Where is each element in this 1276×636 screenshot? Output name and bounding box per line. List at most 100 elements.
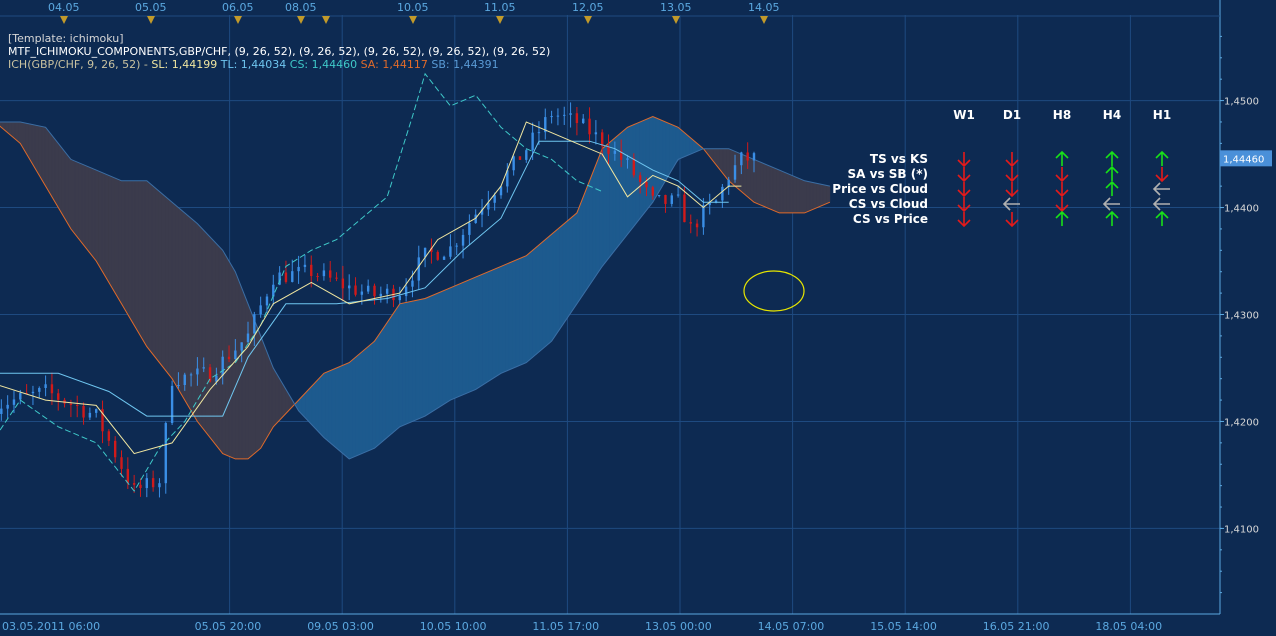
cloud-segment — [144, 180, 149, 350]
cloud-segment — [271, 365, 276, 430]
cloud-segment — [672, 124, 677, 170]
cloud-segment — [44, 126, 49, 193]
candle-body — [0, 408, 3, 414]
cloud-segment — [301, 391, 306, 419]
cloud-segment — [268, 356, 273, 436]
candle-body — [107, 431, 111, 441]
cloud-segment — [54, 138, 59, 209]
cloud-segment — [549, 232, 554, 344]
cloud-segment — [48, 130, 53, 198]
cloud-segment — [331, 367, 336, 449]
cloud-segment — [275, 370, 280, 426]
cloud-segment — [348, 359, 353, 460]
ich-cs-value: CS: 1,44460 — [289, 58, 358, 71]
cloud-segment — [529, 249, 533, 361]
cloud-segment — [315, 377, 320, 434]
cloud-segment — [806, 180, 811, 213]
cloud-segment — [171, 201, 176, 386]
candle-body — [379, 293, 383, 297]
cloud-segment — [789, 174, 794, 214]
candle-body — [12, 399, 16, 405]
candle-body — [563, 114, 566, 116]
cloud-segment — [812, 182, 817, 210]
cloud-segment — [826, 185, 831, 205]
cloud-segment — [599, 148, 604, 272]
cloud-segment — [161, 192, 166, 371]
candle-body — [493, 195, 496, 203]
candle-body — [57, 393, 60, 400]
x-tick-label: 18.05 04:00 — [1095, 620, 1162, 633]
cloud-segment — [114, 177, 119, 300]
candle-body — [670, 195, 673, 204]
candle-body — [164, 423, 167, 484]
candle-body — [6, 404, 9, 409]
cloud-segment — [669, 123, 674, 175]
y-tick-label: 1,4100 — [1224, 524, 1259, 535]
cloud-segment — [358, 350, 363, 456]
cloud-segment — [532, 246, 537, 358]
candle-body — [373, 285, 376, 297]
cloud-segment — [779, 169, 784, 214]
cloud-segment — [495, 266, 500, 378]
cloud-segment — [589, 172, 594, 287]
cloud-segment — [51, 134, 56, 204]
cloud-segment — [378, 328, 383, 446]
cloud-segment — [94, 169, 99, 266]
candle-body — [132, 483, 136, 485]
table-row-label: CS vs Price — [853, 212, 928, 226]
candle-body — [113, 440, 117, 458]
cloud-segment — [772, 167, 777, 213]
cloud-segment — [308, 384, 313, 426]
cloud-segment — [452, 284, 457, 400]
candle-body — [537, 132, 541, 134]
cloud-segment — [726, 148, 731, 183]
cloud-segment — [385, 318, 390, 440]
day-label: 08.05 — [285, 1, 317, 14]
candle-body — [189, 374, 193, 376]
ich-sb-value: SB: 1,44391 — [431, 58, 499, 71]
cloud-segment — [362, 348, 366, 454]
cloud-segment — [418, 298, 423, 420]
ich-values-line: ICH(GBP/CHF, 9, 26, 52) - SL: 1,44199 TL… — [8, 58, 499, 71]
candle-body — [196, 368, 199, 375]
cloud-segment — [819, 183, 824, 207]
cloud-segment — [625, 125, 630, 237]
candle-body — [404, 286, 408, 297]
candle-body — [177, 385, 180, 387]
cloud-segment — [782, 171, 787, 214]
candle-body — [322, 270, 326, 277]
cloud-segment — [802, 179, 807, 214]
candle-body — [676, 194, 680, 196]
cloud-segment — [68, 155, 73, 232]
x-tick-label: 15.05 14:00 — [870, 620, 937, 633]
cloud-segment — [759, 161, 764, 207]
candle-body — [335, 277, 338, 279]
candle-body — [310, 264, 313, 277]
cloud-segment — [555, 227, 560, 336]
cloud-segment — [104, 173, 109, 283]
candle-body — [126, 468, 130, 484]
cloud-segment — [318, 374, 323, 437]
table-column-header: H8 — [1053, 108, 1071, 122]
candle-body — [31, 391, 35, 394]
cloud-segment — [141, 180, 146, 346]
candle-body — [455, 245, 458, 247]
cloud-segment — [602, 144, 607, 267]
x-tick-label: 13.05 00:00 — [645, 620, 712, 633]
day-label: 13.05 — [660, 1, 692, 14]
cloud-segment — [78, 162, 83, 244]
cloud-segment — [84, 164, 89, 253]
cloud-segment — [128, 180, 133, 323]
cloud-segment — [425, 296, 430, 417]
candle-body — [398, 296, 401, 301]
candle-body — [569, 113, 572, 115]
cloud-segment — [642, 118, 647, 216]
candle-body — [518, 156, 522, 160]
candle-body — [531, 132, 534, 151]
cloud-segment — [345, 362, 350, 460]
y-tick-label: 1,4300 — [1224, 311, 1259, 322]
candle-body — [221, 356, 224, 376]
x-tick-label: 14.05 07:00 — [758, 620, 825, 633]
x-tick-label: 05.05 20:00 — [195, 620, 262, 633]
candle-body — [202, 367, 205, 369]
